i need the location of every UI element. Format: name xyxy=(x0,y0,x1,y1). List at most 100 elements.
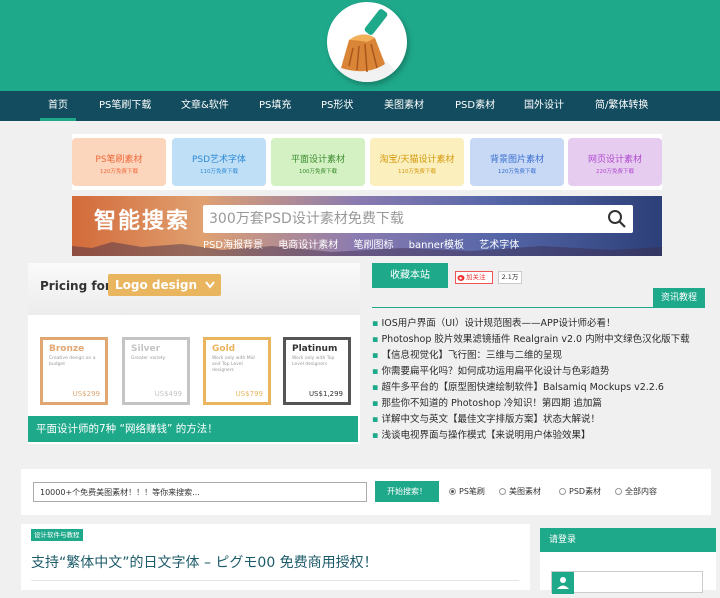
radio-icon xyxy=(615,488,622,495)
nav-foreign[interactable]: 国外设计 xyxy=(524,91,564,121)
broom-logo-icon[interactable] xyxy=(327,2,407,82)
plan-price: US$1,299 xyxy=(308,390,343,398)
pricing-caption-link[interactable]: 平面设计师的7种 “网络赚钱” 的方法！ xyxy=(28,416,358,442)
news-item[interactable]: ▪ 超牛多平台的【原型图快速绘制软件】Balsamiq Mockups v2.2.… xyxy=(372,379,664,393)
plan-card-gold[interactable]: Gold Work only with Mid and Top Level des… xyxy=(203,337,271,405)
nav-photo[interactable]: 美图素材 xyxy=(384,91,424,121)
category-taobao[interactable]: 淘宝/天猫设计素材 110万免费下载 xyxy=(370,138,464,186)
banner-tag[interactable]: PSD海报背景 xyxy=(203,240,263,251)
weibo-follow-button[interactable]: 加关注 xyxy=(455,271,493,284)
plan-name: Bronze xyxy=(49,344,85,354)
news-item-text: 详解中文与英文【最佳文字排版方案】状态大解说！ xyxy=(381,414,600,425)
category-title: 网页设计素材 xyxy=(587,155,642,165)
plan-price: US$299 xyxy=(72,390,100,398)
news-item-text: Photoshop 胶片效果滤镜插件 Realgrain v2.0 内附中文绿色… xyxy=(381,334,690,345)
bookmark-button[interactable]: 收藏本站 xyxy=(372,263,448,288)
banner-search-box xyxy=(203,205,633,233)
news-panel: 收藏本站 加关注 2.1万 资讯教程 ▪ IOS用户界面（UI）设计规范图表——A… xyxy=(372,263,710,449)
bullet-icon: ▪ xyxy=(372,382,379,393)
radio-icon xyxy=(559,488,566,495)
news-section-header[interactable]: 资讯教程 xyxy=(653,288,705,308)
plan-price: US$799 xyxy=(235,390,263,398)
category-sub: 100万免费下载 xyxy=(299,169,337,175)
nav-ps-fill[interactable]: PS填充 xyxy=(259,91,291,121)
news-item[interactable]: ▪ 【信息视觉化】飞行图：三维与二维的呈现 xyxy=(372,347,562,361)
nav-ps-shape[interactable]: PS形状 xyxy=(321,91,353,121)
news-item[interactable]: ▪ 浅谈电视界面与操作模式【来说明用户体验效果】 xyxy=(372,427,590,441)
banner-tag[interactable]: 艺术字体 xyxy=(479,240,519,251)
plan-desc: Work only with Top Level designers xyxy=(292,356,335,367)
banner-tag[interactable]: banner模板 xyxy=(409,240,464,251)
nav-psd[interactable]: PSD素材 xyxy=(455,91,495,121)
divider xyxy=(31,580,519,581)
site-search-bar: 开始搜索！ PS笔刷 美图素材 PSD素材 全部内容 xyxy=(21,469,711,515)
follow-label: 加关注 xyxy=(466,273,486,281)
radio-label: 美图素材 xyxy=(509,487,541,496)
plan-desc: Creative design on a budget xyxy=(49,356,96,367)
news-item-text: 你需要扁平化吗？如何成功运用扁平化设计与色彩趋势 xyxy=(381,366,610,377)
plan-desc: Greater variety xyxy=(131,356,166,361)
category-title: 平面设计素材 xyxy=(290,155,345,165)
bullet-icon: ▪ xyxy=(372,398,379,409)
bullet-icon: ▪ xyxy=(372,350,379,361)
banner-tag[interactable]: 电商设计素材 xyxy=(278,240,338,251)
plan-price: US$499 xyxy=(154,390,182,398)
search-icon[interactable] xyxy=(607,209,627,229)
radio-label: PS笔刷 xyxy=(459,487,485,496)
radio-all[interactable]: 全部内容 xyxy=(615,486,657,497)
radio-ps-brush[interactable]: PS笔刷 xyxy=(449,486,485,497)
news-item[interactable]: ▪ IOS用户界面（UI）设计规范图表——APP设计师必看！ xyxy=(372,315,615,329)
nav-home[interactable]: 首页 xyxy=(40,91,76,121)
pricing-label: Pricing for xyxy=(40,279,111,293)
article-title-link[interactable]: 支持“繁体中文”的日文字体 – ピグモ00 免费商用授权！ xyxy=(31,552,378,572)
category-title: PS笔刷素材 xyxy=(95,155,143,165)
category-sub: 120万免费下载 xyxy=(100,169,138,175)
start-search-button[interactable]: 开始搜索！ xyxy=(375,481,439,502)
article-category-tag[interactable]: 设计软件与教程 xyxy=(31,529,83,541)
radio-icon xyxy=(499,488,506,495)
login-panel: 请登录 xyxy=(540,528,716,594)
radio-psd[interactable]: PSD素材 xyxy=(559,486,601,497)
category-background[interactable]: 背景图片素材 120万免费下载 xyxy=(470,138,564,186)
category-sub: 220万免费下载 xyxy=(596,169,634,175)
nav-ps-brush[interactable]: PS笔刷下载 xyxy=(99,91,151,121)
category-sub: 120万免费下载 xyxy=(498,169,536,175)
plan-card-silver[interactable]: Silver Greater variety US$499 xyxy=(122,337,190,405)
pricing-promo[interactable]: Pricing for Logo design Bronze Creative d… xyxy=(28,263,360,444)
news-item-text: 超牛多平台的【原型图快速绘制软件】Balsamiq Mockups v2.2.6 xyxy=(381,382,664,393)
news-item[interactable]: ▪ 详解中文与英文【最佳文字排版方案】状态大解说！ xyxy=(372,411,600,425)
category-title: 淘宝/天猫设计素材 xyxy=(379,155,455,165)
category-title: 背景图片素材 xyxy=(489,155,544,165)
news-item-text: IOS用户界面（UI）设计规范图表——APP设计师必看！ xyxy=(381,318,616,329)
category-bar: PS笔刷素材 120万免费下载 PSD艺术字体 110万免费下载 平面设计素材 100… xyxy=(72,134,662,190)
news-item[interactable]: ▪ 那些你不知道的 Photoshop 冷知识！第四期 追加篇 xyxy=(372,395,602,409)
site-search-input[interactable] xyxy=(33,482,367,502)
bullet-icon: ▪ xyxy=(372,366,379,377)
banner-tag[interactable]: 笔刷图标 xyxy=(353,240,393,251)
radio-label: PSD素材 xyxy=(569,487,602,496)
pricing-dropdown[interactable]: Logo design xyxy=(108,274,222,296)
pricing-dropdown-value: Logo design xyxy=(115,278,198,292)
news-item-text: 浅谈电视界面与操作模式【来说明用户体验效果】 xyxy=(381,430,591,441)
nav-articles[interactable]: 文章&软件 xyxy=(181,91,229,121)
plan-card-platinum[interactable]: Platinum Work only with Top Level designe… xyxy=(283,337,351,405)
plan-desc: Work only with Mid and Top Level designe… xyxy=(212,356,255,373)
plan-card-bronze[interactable]: Bronze Creative design on a budget US$299 xyxy=(40,337,108,405)
category-psd-font[interactable]: PSD艺术字体 110万免费下载 xyxy=(172,138,266,186)
category-graphic[interactable]: 平面设计素材 100万免费下载 xyxy=(271,138,365,186)
radio-photo[interactable]: 美图素材 xyxy=(499,486,541,497)
bullet-icon: ▪ xyxy=(372,318,379,329)
plan-name: Silver xyxy=(131,344,161,354)
news-item[interactable]: ▪ 你需要扁平化吗？如何成功运用扁平化设计与色彩趋势 xyxy=(372,363,609,377)
category-web[interactable]: 网页设计素材 220万免费下载 xyxy=(568,138,662,186)
nav-convert[interactable]: 简/繁体转换 xyxy=(595,91,648,121)
plan-name: Platinum xyxy=(292,344,338,354)
bullet-icon: ▪ xyxy=(372,414,379,425)
banner-search-input[interactable] xyxy=(203,205,603,233)
news-item[interactable]: ▪ Photoshop 胶片效果滤镜插件 Realgrain v2.0 内附中文绿… xyxy=(372,331,690,345)
main-nav: 首页 PS笔刷下载 文章&软件 PS填充 PS形状 美图素材 PSD素材 国外设… xyxy=(0,91,720,121)
weibo-icon xyxy=(457,275,465,281)
category-ps-brush[interactable]: PS笔刷素材 120万免费下载 xyxy=(72,138,166,186)
bullet-icon: ▪ xyxy=(372,430,379,441)
radio-label: 全部内容 xyxy=(625,487,657,496)
